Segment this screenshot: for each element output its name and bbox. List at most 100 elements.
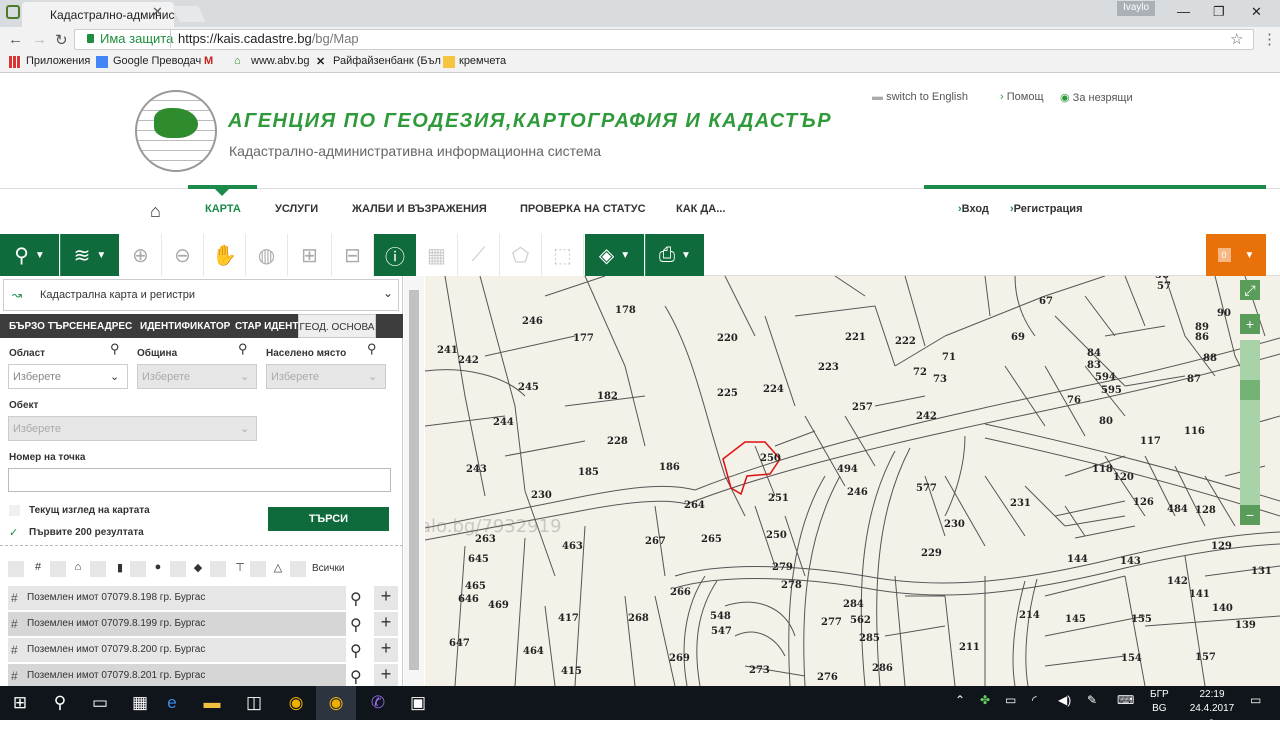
nav-complaints[interactable]: ЖАЛБИ И ВЪЗРАЖЕНИЯ <box>352 203 487 215</box>
help-link[interactable]: › Помощ <box>1000 91 1044 103</box>
zoom-slider-thumb[interactable] <box>1240 380 1260 400</box>
select-button[interactable]: ⬚ <box>542 234 584 276</box>
location-pin-icon[interactable]: ⚲ <box>110 341 120 357</box>
secure-label[interactable]: Има защита <box>100 31 173 46</box>
parcel-label[interactable]: 250 <box>766 530 787 541</box>
parcel-label[interactable]: 143 <box>1120 556 1141 567</box>
windows-start-icon[interactable]: ⊞ <box>0 686 40 720</box>
parcel-label[interactable]: 562 <box>850 615 871 626</box>
cart-button[interactable]: 0 ▼ <box>1206 234 1266 276</box>
login-link[interactable]: ›Вход <box>958 203 989 215</box>
parcel-label[interactable]: 267 <box>645 536 666 547</box>
zoom-to-search-icon[interactable]: ⚲ <box>350 589 362 609</box>
result-row[interactable]: Поземлен имот 07079.8.198 гр. Бургас <box>8 586 346 610</box>
parcel-label[interactable]: 246 <box>522 316 543 327</box>
parcel-label[interactable]: 257 <box>852 402 873 413</box>
bookmark-star-icon[interactable]: ☆ <box>1230 30 1243 48</box>
bookmark-apps[interactable]: Приложения <box>26 55 90 67</box>
bookmark-translate[interactable]: Google Преводач <box>113 55 201 67</box>
parcel-label[interactable]: 647 <box>449 638 470 649</box>
parcel-label[interactable]: 229 <box>921 548 942 559</box>
parcel-label[interactable]: 279 <box>772 562 793 573</box>
measure-distance-button[interactable]: ⟋ <box>458 234 500 276</box>
first-200-checkbox[interactable]: ✓ <box>9 526 18 539</box>
parcel-label[interactable]: 594 <box>1095 372 1116 383</box>
parcel-label[interactable]: 140 <box>1212 603 1233 614</box>
nav-status-check[interactable]: ПРОВЕРКА НА СТАТУС <box>520 203 646 215</box>
parcel-label[interactable]: 415 <box>561 666 582 677</box>
location-pin-icon[interactable]: ⚲ <box>367 341 377 357</box>
gmail-icon[interactable]: M <box>204 55 213 67</box>
parcel-label[interactable]: 225 <box>717 388 738 399</box>
parcel-label[interactable]: 87 <box>1187 374 1201 385</box>
panel-scrollbar-thumb[interactable] <box>409 290 419 670</box>
filter-checkbox[interactable] <box>170 561 186 577</box>
result-row[interactable]: Поземлен имот 07079.8.201 гр. Бургас <box>8 664 346 686</box>
parcel-label[interactable]: 80 <box>1099 416 1113 427</box>
url-text[interactable]: https://kais.cadastre.bg/bg/Map <box>178 31 359 46</box>
parcel-label[interactable]: 269 <box>669 653 690 664</box>
tray-chevron-icon[interactable]: ⌃ <box>955 693 965 707</box>
photos-icon[interactable]: ▣ <box>398 686 438 720</box>
parcel-label[interactable]: 276 <box>817 672 838 683</box>
fullscreen-icon[interactable]: ⤢ <box>1240 280 1260 300</box>
parcel-label[interactable]: 265 <box>701 534 722 545</box>
add-plus-icon[interactable]: + <box>374 612 398 636</box>
parcel-label[interactable]: 464 <box>523 646 544 657</box>
edge-icon[interactable]: e <box>152 686 192 720</box>
parcel-label[interactable]: 129 <box>1211 541 1232 552</box>
parcel-label[interactable]: 286 <box>872 663 893 674</box>
parcel-label[interactable]: 646 <box>458 594 479 605</box>
parcel-label[interactable]: 484 <box>1167 504 1188 515</box>
map-zoom-in-button[interactable]: + <box>1240 314 1260 334</box>
parcel-label[interactable]: 73 <box>933 374 947 385</box>
parcel-label[interactable]: 118 <box>1092 464 1113 475</box>
parcel-label[interactable]: 547 <box>711 626 732 637</box>
volume-icon[interactable]: ◀) <box>1058 693 1071 707</box>
search-tool-button[interactable]: ⚲ ▼ <box>0 234 59 276</box>
profile-badge[interactable]: Ivaylo <box>1117 1 1155 16</box>
tab-identifier[interactable]: ИДЕНТИФИКАТОР <box>140 314 230 338</box>
filter-checkbox[interactable] <box>8 561 24 577</box>
tab-geodetic-base[interactable]: ГЕОД. ОСНОВА <box>298 314 376 338</box>
minimize-icon[interactable]: — <box>1177 4 1190 19</box>
search-icon[interactable]: ⚲ <box>40 686 80 720</box>
chrome-icon[interactable]: ◉ <box>276 686 316 720</box>
dropbox-icon[interactable]: ✤ <box>980 693 990 707</box>
close-window-icon[interactable]: ✕ <box>1251 4 1262 20</box>
zoom-slider-track[interactable] <box>1240 340 1260 510</box>
add-plus-icon[interactable]: + <box>374 664 398 686</box>
tab-old-identifier[interactable]: СТАР ИДЕНТ. <box>235 314 300 338</box>
zoom-in-button[interactable]: ⊕ <box>120 234 162 276</box>
parcel-label[interactable]: 220 <box>717 333 738 344</box>
parcel-label[interactable]: 417 <box>558 613 579 624</box>
parcel-label[interactable]: 144 <box>1067 554 1088 565</box>
file-explorer-icon[interactable]: ▬ <box>192 686 232 720</box>
parcel-label[interactable]: 57 <box>1157 281 1171 292</box>
layer-select[interactable]: Кадастрална карта и регистри <box>3 279 399 311</box>
result-row[interactable]: Поземлен имот 07079.8.199 гр. Бургас <box>8 612 346 636</box>
add-plus-icon[interactable]: + <box>374 638 398 662</box>
system-clock[interactable]: 22:19 24.4.2017 г. <box>1188 688 1236 730</box>
parcel-label[interactable]: 224 <box>763 384 784 395</box>
location-pin-icon[interactable]: ⚲ <box>238 341 248 357</box>
parcel-label[interactable]: 241 <box>437 345 458 356</box>
back-icon[interactable]: ← <box>8 31 23 48</box>
parcel-label[interactable]: 223 <box>818 362 839 373</box>
parcel-label[interactable]: 273 <box>749 665 770 676</box>
parcel-label[interactable]: 264 <box>684 500 705 511</box>
print-button[interactable]: ⎙ ▼ <box>645 234 704 276</box>
home-icon[interactable]: ⌂ <box>150 201 161 222</box>
all-checkbox[interactable] <box>290 561 306 577</box>
parcel-label[interactable]: 86 <box>1195 332 1209 343</box>
nav-map[interactable]: КАРТА <box>205 203 241 215</box>
store-icon[interactable]: ◫ <box>234 686 274 720</box>
search-button[interactable]: ТЪРСИ <box>268 507 389 531</box>
parcel-label[interactable]: 246 <box>847 487 868 498</box>
zoom-box-in-button[interactable]: ⊞ <box>288 234 332 276</box>
obshtina-select[interactable]: Изберете <box>137 364 257 389</box>
nav-services[interactable]: УСЛУГИ <box>275 203 318 215</box>
battery-icon[interactable]: ▭ <box>1005 693 1016 707</box>
parcel-label[interactable]: 463 <box>562 541 583 552</box>
current-view-checkbox[interactable] <box>9 505 20 516</box>
